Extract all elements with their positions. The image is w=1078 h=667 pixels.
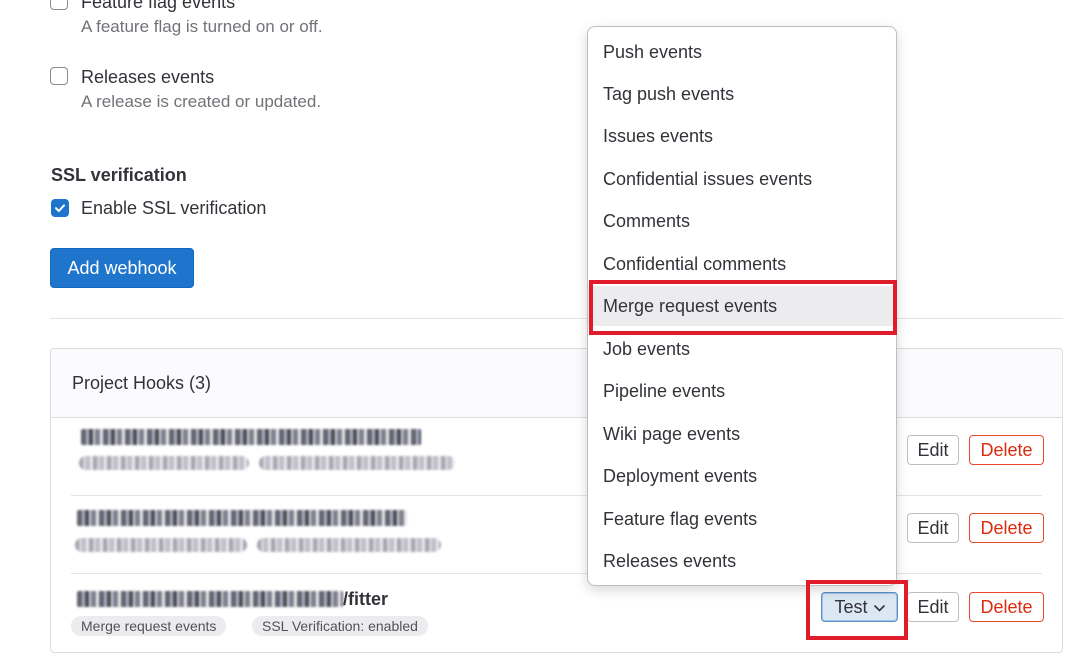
dropdown-item-feature-flag-events[interactable]: Feature flag events bbox=[588, 499, 896, 539]
delete-hook-button[interactable]: Delete bbox=[969, 513, 1044, 543]
feature-flag-events-checkbox[interactable] bbox=[50, 0, 68, 10]
releases-events-help: A release is created or updated. bbox=[81, 92, 322, 111]
releases-events-checkbox[interactable] bbox=[50, 67, 68, 85]
delete-hook-button[interactable]: Delete bbox=[969, 592, 1044, 622]
hook-tag-redacted bbox=[257, 538, 441, 552]
ssl-verification-title: SSL verification bbox=[51, 165, 187, 185]
dropdown-item-issues-events[interactable]: Issues events bbox=[588, 116, 896, 156]
enable-ssl-checkbox[interactable] bbox=[51, 199, 69, 217]
project-hooks-header: Project Hooks (3) bbox=[51, 349, 1062, 418]
dropdown-item-pipeline-events[interactable]: Pipeline events bbox=[588, 371, 896, 411]
dropdown-item-tag-push-events[interactable]: Tag push events bbox=[588, 74, 896, 114]
hook-url-redacted bbox=[81, 429, 421, 445]
dropdown-item-comments[interactable]: Comments bbox=[588, 201, 896, 241]
project-hooks-title: Project Hooks (3) bbox=[72, 373, 212, 393]
feature-flag-events-help: A feature flag is turned on or off. bbox=[81, 17, 323, 36]
feature-flag-events-label: Feature flag events bbox=[81, 0, 236, 12]
hook-url-redacted bbox=[77, 591, 343, 607]
releases-events-label: Releases events bbox=[81, 67, 215, 87]
add-webhook-button[interactable]: Add webhook bbox=[50, 248, 194, 288]
dropdown-item-job-events[interactable]: Job events bbox=[588, 329, 896, 369]
hook-tag-redacted bbox=[79, 456, 249, 470]
annotation-highlight-test-button bbox=[806, 580, 908, 640]
project-hooks-card: Project Hooks (3) Edit Delete Edit Delet… bbox=[50, 348, 1063, 653]
hook-tag-ssl: SSL Verification: enabled bbox=[252, 616, 428, 636]
hook-url-suffix: /fitter bbox=[343, 589, 388, 609]
enable-ssl-label: Enable SSL verification bbox=[81, 198, 267, 218]
hook-tag-redacted bbox=[259, 456, 455, 470]
edit-hook-button[interactable]: Edit bbox=[907, 513, 959, 543]
dropdown-item-confidential-issues-events[interactable]: Confidential issues events bbox=[588, 159, 896, 199]
dropdown-item-push-events[interactable]: Push events bbox=[588, 32, 896, 72]
edit-hook-button[interactable]: Edit bbox=[907, 435, 959, 465]
hook-tag-redacted bbox=[75, 538, 247, 552]
dropdown-item-confidential-comments[interactable]: Confidential comments bbox=[588, 244, 896, 284]
edit-hook-button[interactable]: Edit bbox=[907, 592, 959, 622]
section-divider bbox=[50, 318, 1063, 319]
hook-tag-merge-request: Merge request events bbox=[71, 616, 227, 636]
delete-hook-button[interactable]: Delete bbox=[969, 435, 1044, 465]
hook-url-redacted bbox=[77, 510, 407, 526]
dropdown-item-wiki-page-events[interactable]: Wiki page events bbox=[588, 414, 896, 454]
dropdown-item-deployment-events[interactable]: Deployment events bbox=[588, 456, 896, 496]
annotation-highlight-merge-request bbox=[589, 280, 897, 335]
checkmark-icon bbox=[55, 204, 65, 212]
dropdown-item-releases-events[interactable]: Releases events bbox=[588, 541, 896, 581]
